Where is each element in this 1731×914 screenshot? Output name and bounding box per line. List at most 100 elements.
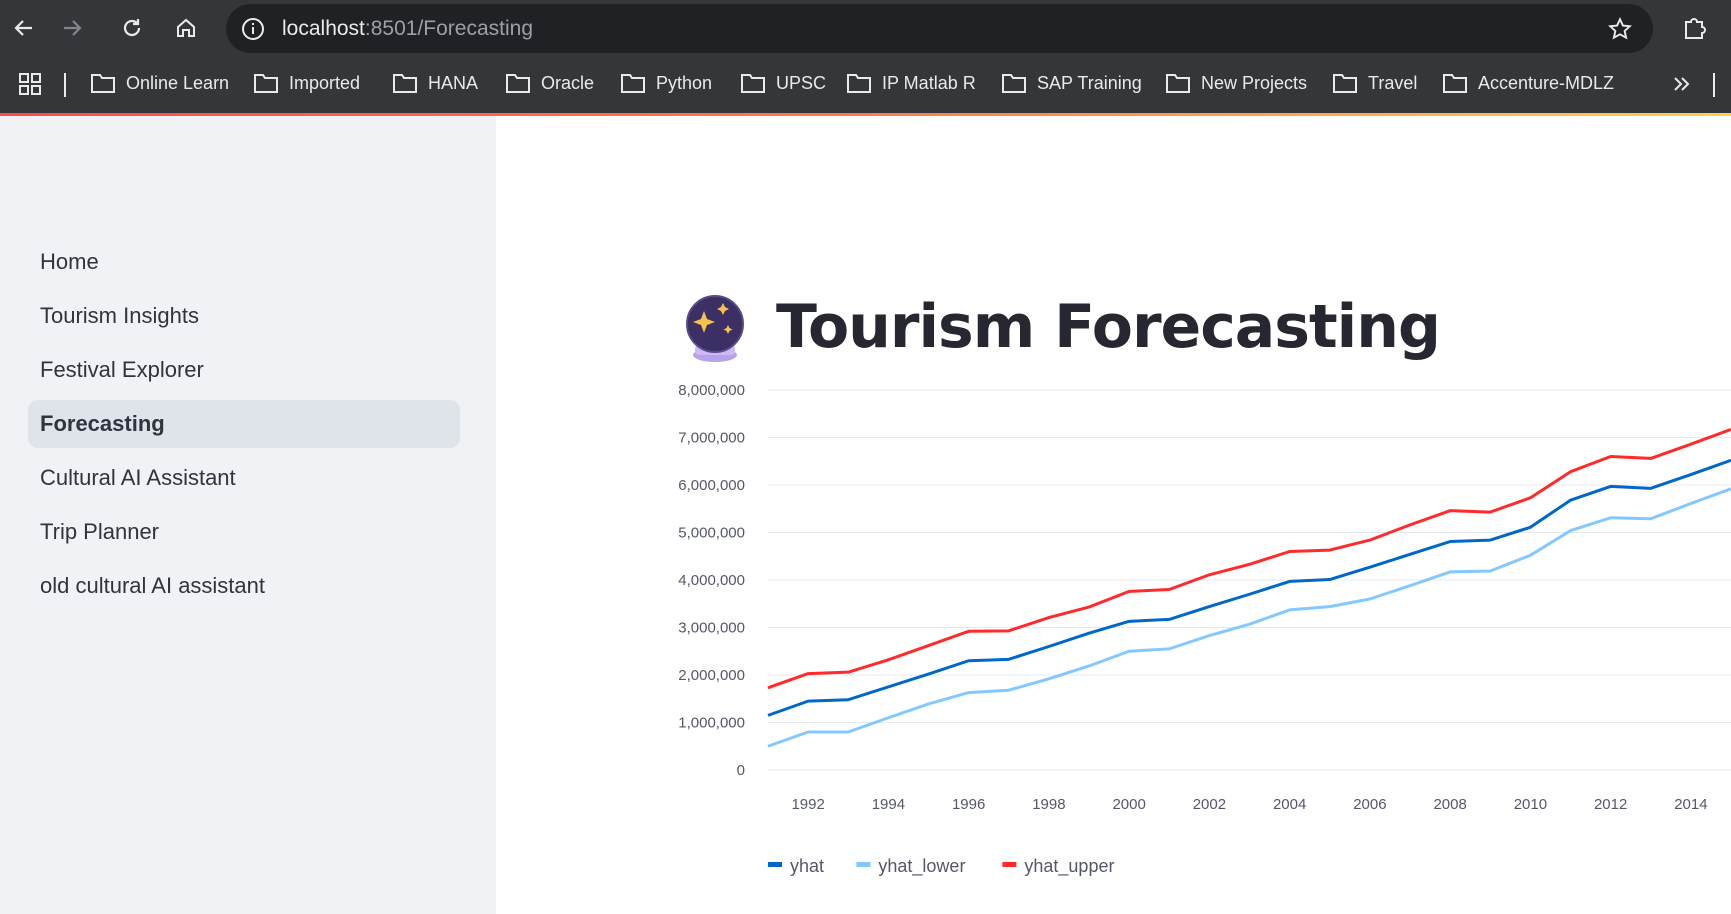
bookmarks-divider [1713, 73, 1715, 97]
chevrons-right-icon[interactable] [1670, 72, 1694, 96]
folder-icon [621, 74, 645, 93]
x-tick-label: 2006 [1353, 796, 1386, 813]
extensions-icon[interactable] [1680, 12, 1710, 42]
arrow-right-icon [64, 20, 82, 36]
folder-icon [91, 74, 115, 93]
folder-icon [1002, 74, 1026, 93]
url-path: :8501/Forecasting [364, 17, 533, 40]
sidebar-item-cultural-ai-assistant[interactable]: Cultural AI Assistant [28, 454, 460, 502]
url-host: localhost [282, 17, 365, 40]
y-tick-label: 5,000,000 [678, 525, 745, 542]
bookmarks-bar: Online Learn Imported HANA Oracle Python… [0, 60, 1731, 106]
sidebar-item-label: Tourism Insights [40, 303, 199, 328]
sidebar: Home Tourism Insights Festival Explorer … [0, 116, 496, 914]
bookmark-folder[interactable]: Accenture-MDLZ [1442, 70, 1614, 96]
home-icon [177, 18, 195, 37]
sidebar-item-festival-explorer[interactable]: Festival Explorer [28, 346, 460, 394]
folder-icon [847, 74, 871, 93]
series-line-yhat-lower[interactable] [767, 487, 1731, 748]
series-line-yhat[interactable] [767, 458, 1731, 717]
y-tick-label: 7,000,000 [678, 430, 745, 447]
x-tick-label: 1996 [952, 796, 985, 813]
x-tick-label: 1992 [791, 796, 824, 813]
sidebar-item-label: Forecasting [40, 411, 165, 436]
y-tick-label: 8,000,000 [678, 382, 745, 399]
folder-icon [506, 74, 530, 93]
folder-icon [1333, 74, 1357, 93]
bookmark-label: Python [656, 72, 713, 93]
apps-grid-icon[interactable] [18, 72, 42, 96]
bookmark-label: HANA [428, 72, 479, 93]
bookmark-folder[interactable]: Imported [253, 70, 360, 96]
bookmark-folder[interactable]: IP Matlab R [846, 70, 976, 96]
legend-swatch [1002, 862, 1017, 867]
sidebar-item-old-cultural-ai-assistant[interactable]: old cultural AI assistant [28, 562, 460, 610]
folder-icon [1166, 74, 1190, 93]
bookmark-label: Online Learn [126, 72, 230, 93]
bookmark-label: Imported [289, 72, 361, 93]
sidebar-item-label: Cultural AI Assistant [40, 465, 236, 490]
bookmark-label: Travel [1368, 72, 1418, 93]
legend-swatch [856, 862, 871, 867]
bookmark-folder[interactable]: Online Learn [90, 70, 229, 96]
reload-button[interactable] [114, 10, 150, 46]
bookmark-folder[interactable]: Travel [1332, 70, 1417, 96]
y-tick-label: 3,000,000 [678, 620, 745, 637]
star-icon[interactable] [1607, 16, 1633, 42]
sidebar-item-home[interactable]: Home [28, 238, 460, 286]
address-bar[interactable]: localhost:8501/Forecasting [226, 4, 1653, 53]
bookmark-folder[interactable]: Python [620, 70, 712, 96]
legend-swatch [768, 862, 782, 867]
y-tick-label: 1,000,000 [678, 715, 745, 732]
info-icon[interactable] [240, 16, 266, 42]
bookmark-folder[interactable]: SAP Training [1001, 70, 1142, 96]
bookmark-folder[interactable]: HANA [392, 70, 478, 96]
sidebar-item-tourism-insights[interactable]: Tourism Insights [28, 292, 460, 340]
y-tick-label: 2,000,000 [678, 667, 745, 684]
bookmark-label: SAP Training [1037, 72, 1142, 93]
folder-icon [393, 74, 417, 93]
bookmark-folder[interactable]: New Projects [1165, 70, 1307, 96]
url-text[interactable]: localhost:8501/Forecasting [282, 17, 533, 41]
legend-label: yhat_lower [878, 856, 965, 877]
x-tick-label: 1998 [1032, 796, 1065, 813]
legend-item[interactable]: yhat_upper [1002, 856, 1114, 877]
x-tick-label: 2010 [1514, 796, 1547, 813]
sidebar-item-label: Festival Explorer [40, 357, 204, 382]
legend-item[interactable]: yhat [768, 856, 824, 876]
x-tick-label: 2008 [1433, 796, 1466, 813]
sidebar-item-trip-planner[interactable]: Trip Planner [28, 508, 460, 556]
x-axis: 1992 1994 1996 1998 2000 2002 2004 2006 2008 2010… [791, 796, 1707, 813]
y-tick-label: 0 [737, 762, 745, 779]
y-axis: 0 1,000,000 2,000,000 3,000,000 4,000,000 5,0… [678, 382, 745, 779]
forward-button[interactable] [54, 10, 90, 46]
sidebar-item-forecasting[interactable]: Forecasting [28, 400, 460, 448]
bookmark-label: New Projects [1201, 72, 1308, 93]
x-tick-label: 2002 [1193, 796, 1226, 813]
bookmark-label: Accenture-MDLZ [1478, 72, 1615, 93]
bookmark-folder[interactable]: UPSC [740, 70, 826, 96]
bookmark-label: UPSC [776, 72, 827, 93]
x-tick-label: 1994 [872, 796, 905, 813]
home-button[interactable] [168, 10, 204, 46]
bookmark-folder[interactable]: Oracle [505, 70, 594, 96]
chart-legend[interactable]: yhat yhat_lower yhat_upper [768, 856, 1114, 877]
folder-icon [1443, 74, 1467, 93]
x-tick-label: 2014 [1674, 796, 1707, 813]
bookmarks-divider [64, 73, 66, 97]
bookmark-label: IP Matlab R [882, 72, 976, 93]
reload-icon [123, 19, 141, 37]
x-tick-label: 2012 [1594, 796, 1627, 813]
back-button[interactable] [6, 10, 42, 46]
series-line-yhat-upper[interactable] [767, 428, 1731, 690]
folder-icon [741, 74, 765, 93]
folder-icon [254, 74, 278, 93]
y-tick-label: 6,000,000 [678, 477, 745, 494]
forecast-line-chart[interactable]: 0 1,000,000 2,000,000 3,000,000 4,000,000 5,0… [640, 378, 1731, 898]
chart-gridlines [768, 389, 1731, 771]
bookmark-label: Oracle [541, 72, 595, 93]
chart-series [767, 428, 1731, 748]
sidebar-item-label: Home [40, 249, 99, 274]
browser-toolbar: localhost:8501/Forecasting Online Learn … [0, 0, 1731, 114]
legend-item[interactable]: yhat_lower [856, 856, 965, 877]
